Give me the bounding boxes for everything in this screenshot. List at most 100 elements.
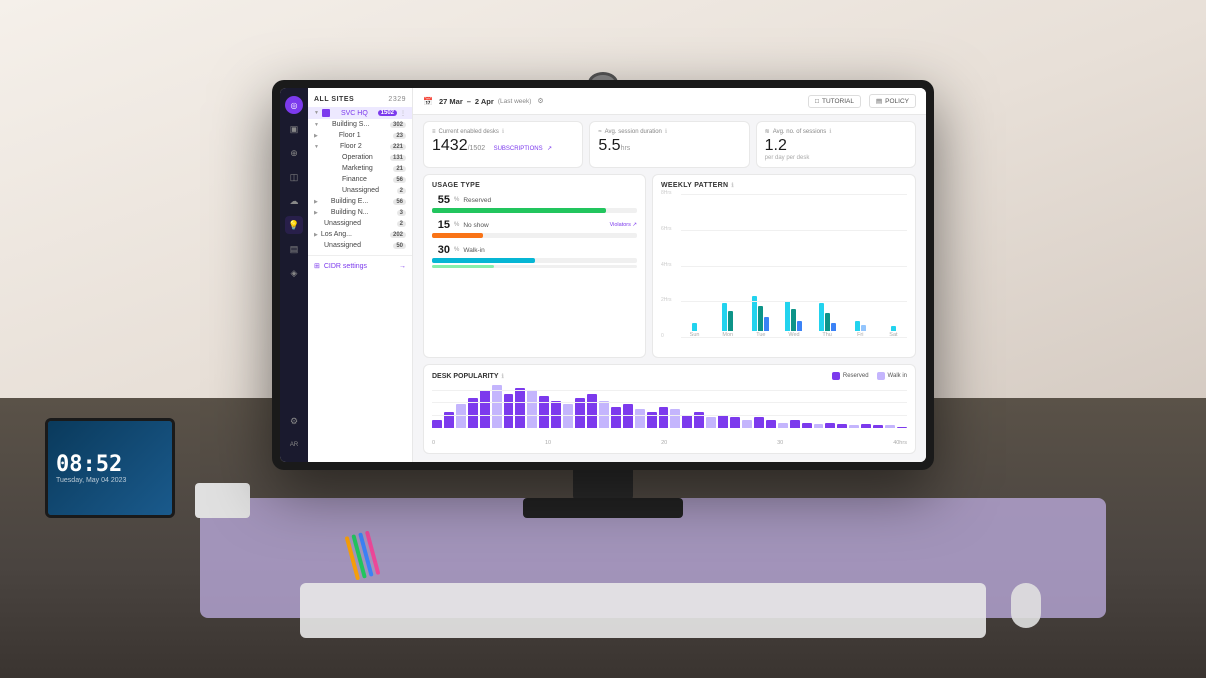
chevron-down-icon: ▼ — [314, 122, 319, 128]
popularity-bar — [718, 415, 728, 428]
popularity-bar — [885, 425, 895, 428]
sidebar-item-floor1[interactable]: ▶ Floor 1 23 — [308, 130, 412, 141]
popularity-bar — [539, 396, 549, 428]
sidebar-item-building-s[interactable]: ▼ Building S... 302 — [308, 119, 412, 130]
nav-icon-5[interactable]: 💡 — [285, 216, 303, 234]
sidebar-item-finance[interactable]: Finance 56 — [308, 174, 412, 185]
usage-label: Walk-in — [463, 247, 484, 254]
cidr-settings-row[interactable]: ⊞ CIDR settings → — [308, 255, 412, 276]
usage-pct: 30 — [432, 244, 450, 256]
chevron-down-icon: ▼ — [314, 110, 319, 116]
y-gridline: 6Hrs — [681, 230, 907, 231]
usage-type-title: USAGE TYPE — [432, 182, 637, 189]
sidebar-item-building-n[interactable]: ▶ Building N... 3 — [308, 207, 412, 218]
site-badge: 56 — [393, 199, 406, 205]
legend-color-box — [877, 372, 885, 380]
usage-bar-bg — [432, 208, 637, 213]
usage-item-reserved: 55 % Reserved — [432, 194, 637, 213]
y-gridline: 0 — [681, 337, 907, 338]
chevron-right-icon: ▶ — [314, 232, 318, 238]
usage-item-noshow: 15 % No show Violators ↗ — [432, 219, 637, 238]
nav-icon-3[interactable]: ◫ — [285, 168, 303, 186]
policy-icon: ▤ — [876, 97, 882, 105]
policy-button[interactable]: ▤ POLICY — [869, 94, 916, 108]
usage-pct: 55 — [432, 194, 450, 206]
nav-icon-2[interactable]: ⊕ — [285, 144, 303, 162]
site-name: Los Ang... — [321, 231, 387, 238]
legend-color-box — [832, 372, 840, 380]
violators-link[interactable]: Violators ↗ — [610, 222, 637, 228]
nav-icon-1[interactable]: ▣ — [285, 120, 303, 138]
nav-icon-7[interactable]: ◈ — [285, 264, 303, 282]
stats-row: ≡ Current enabled desks ℹ 1432/1502 SUBS… — [413, 115, 926, 174]
stat-label: ≋ Avg. no. of sessions ℹ — [765, 128, 907, 135]
nav-icon-4[interactable]: ☁ — [285, 192, 303, 210]
sidebar-item-unassigned3[interactable]: Unassigned 50 — [308, 240, 412, 251]
sidebar-item-unassigned1[interactable]: Unassigned 2 — [308, 185, 412, 196]
more-icon[interactable]: ⋮ — [400, 110, 406, 117]
popularity-bar — [682, 415, 692, 428]
sidebar-item-unassigned2[interactable]: Unassigned 2 — [308, 218, 412, 229]
popularity-bar — [670, 409, 680, 428]
small-device — [195, 483, 250, 518]
usage-bar-bg — [432, 233, 637, 238]
chevron-right-icon: ▶ — [314, 210, 318, 216]
chevron-right-icon: ▶ — [314, 199, 318, 205]
nav-icon-6[interactable]: ▤ — [285, 240, 303, 258]
weekly-pattern-title: WEEKLY PATTERN ℹ — [661, 182, 907, 189]
sidebar-item-los-angeles[interactable]: ▶ Los Ang... 202 — [308, 229, 412, 240]
site-name: SVC HQ — [341, 110, 375, 117]
settings-icon[interactable]: ⚙ — [537, 97, 543, 105]
info-icon[interactable]: ℹ — [731, 182, 734, 189]
stat-value-session: 5.5hrs — [598, 138, 740, 154]
topbar: 📅 27 Mar – 2 Apr (Last week) ⚙ □ TUTORIA… — [413, 88, 926, 115]
site-badge: 202 — [390, 232, 406, 238]
site-name: Unassigned — [324, 220, 394, 227]
subscriptions-link[interactable]: SUBSCRIPTIONS — [494, 146, 543, 152]
date-tag: (Last week) — [498, 98, 532, 105]
x-label: 40hrs — [893, 440, 907, 446]
popularity-bar — [778, 423, 788, 428]
external-link-icon: ↗ — [547, 146, 552, 152]
settings-icon[interactable]: ⚙ — [285, 412, 303, 430]
y-gridline: 8Hrs — [681, 194, 907, 195]
sidebar-item-floor2[interactable]: ▼ Floor 2 221 — [308, 141, 412, 152]
charts-row: USAGE TYPE 55 % Reserved — [413, 174, 926, 358]
laptop-date: Tuesday, May 04 2023 — [56, 477, 126, 484]
popularity-bar — [742, 420, 752, 428]
sidebar-item-svc-hq[interactable]: ▼ SVC HQ 1502 ⋮ — [308, 107, 412, 119]
info-icon[interactable]: ℹ — [665, 128, 667, 135]
app-logo-icon[interactable]: ◎ — [285, 96, 303, 114]
sidebar-item-marketing[interactable]: Marketing 21 — [308, 163, 412, 174]
site-name: Operation — [342, 154, 387, 161]
user-icon[interactable]: AR — [285, 436, 303, 454]
legend: Reserved Walk in — [832, 372, 907, 380]
popularity-bar — [527, 390, 537, 428]
legend-item-walkin: Walk in — [877, 372, 907, 380]
popularity-bar — [611, 407, 621, 429]
stat-value-desks: 1432/1502 SUBSCRIPTIONS ↗ — [432, 138, 574, 154]
stat-card-session: ≈ Avg. session duration ℹ 5.5hrs — [589, 121, 749, 168]
calendar-icon: 📅 — [423, 97, 433, 106]
y-gridline: 2Hrs — [681, 301, 907, 302]
sidebar-item-operation[interactable]: Operation 131 — [308, 152, 412, 163]
site-badge: 2 — [397, 188, 406, 194]
info-icon[interactable]: ℹ — [829, 128, 831, 135]
info-icon[interactable]: ℹ — [502, 373, 504, 380]
sidebar-header: ALL SITES 2329 — [308, 88, 412, 107]
main-content: 📅 27 Mar – 2 Apr (Last week) ⚙ □ TUTORIA… — [413, 88, 926, 462]
legend-label: Reserved — [843, 373, 869, 379]
laptop: 08:52 Tuesday, May 04 2023 — [45, 418, 175, 518]
info-icon[interactable]: ℹ — [502, 128, 504, 135]
usage-bar-secondary — [432, 265, 637, 268]
stat-label: ≡ Current enabled desks ℹ — [432, 128, 574, 135]
all-sites-label: ALL SITES — [314, 96, 354, 103]
popularity-bar — [790, 420, 800, 428]
x-axis: 0 10 20 30 40hrs — [432, 440, 907, 446]
popularity-bar — [766, 420, 776, 428]
popularity-bar — [492, 385, 502, 428]
tutorial-button[interactable]: □ TUTORIAL — [808, 95, 861, 108]
popularity-bar — [659, 407, 669, 429]
legend-label: Walk in — [888, 373, 907, 379]
sidebar-item-building-e[interactable]: ▶ Building E... 56 — [308, 196, 412, 207]
